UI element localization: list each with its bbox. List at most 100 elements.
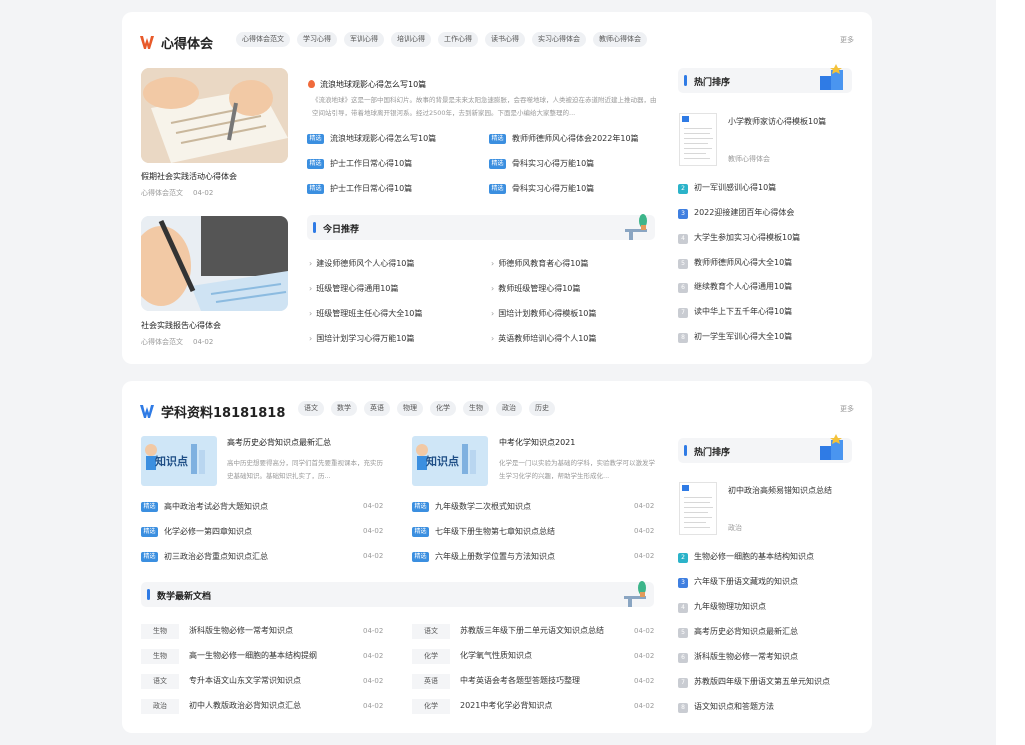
knowledge-thumbnail[interactable]: 知识点 [141, 436, 217, 486]
pick-link[interactable]: 精选 化学必修一第四章知识点 [141, 526, 252, 537]
document-thumbnail[interactable] [679, 113, 717, 166]
experience-panel: 心得体会 心得体会范文 学习心得 军训心得 培训心得 工作心得 读书心得 实习心… [122, 12, 872, 364]
pick-link[interactable]: 精选 骨科实习心得万能10篇 [489, 183, 594, 194]
more-link[interactable]: 更多 [840, 35, 854, 45]
tag[interactable]: 英语 [364, 401, 390, 416]
tag[interactable]: 数学 [331, 401, 357, 416]
pick-link[interactable]: 精选 骨科实习心得万能10篇 [489, 158, 594, 169]
card-thumbnail[interactable] [141, 68, 288, 163]
date: 04-02 [634, 652, 655, 660]
math-doc-row[interactable]: 生物 浙科版生物必修一常考知识点 [141, 624, 293, 639]
math-doc-row[interactable]: 化学 化学氧气性质知识点 [412, 649, 532, 664]
w-logo-icon [140, 36, 154, 49]
pick-link[interactable]: 精选 护士工作日常心得10篇 [307, 158, 412, 169]
hot-item[interactable]: 2 生物必修一细胞的基本结构知识点 [678, 551, 814, 563]
date: 04-02 [363, 652, 384, 660]
math-doc-row[interactable]: 政治 初中人教版政治必背知识点汇总 [141, 699, 301, 714]
featured-headline[interactable]: 流浪地球观影心得怎么写10篇 [308, 72, 426, 91]
date: 04-02 [634, 552, 655, 560]
feature-summary: 化学是一门以实验为基础的学科，实验教学可以激发学生学习化学的兴趣，帮助学生形成化… [499, 459, 655, 480]
today-item[interactable]: › 师德师风教育者心得10篇 [491, 258, 588, 269]
card-thumbnail[interactable] [141, 216, 288, 311]
blocks-icon [820, 434, 843, 460]
featured-title[interactable]: 流浪地球观影心得怎么写10篇 [320, 80, 426, 89]
tag[interactable]: 心得体会范文 [236, 32, 290, 47]
date: 04-02 [363, 627, 384, 635]
card-meta: 心得体会范文 04-02 [141, 189, 214, 197]
desk-plant-icon [625, 214, 647, 240]
pick-link[interactable]: 精选 教师师德师风心得体会2022年10篇 [489, 133, 639, 144]
pick-link[interactable]: 精选 初三政治必背重点知识点汇总 [141, 551, 268, 562]
fire-icon [308, 80, 315, 88]
hot-item[interactable]: 4 大学生参加实习心得模板10篇 [678, 232, 800, 244]
tag[interactable]: 物理 [397, 401, 423, 416]
hot-item[interactable]: 4 九年级物理功知识点 [678, 601, 766, 613]
hot-item[interactable]: 6 浙科版生物必修一常考知识点 [678, 651, 798, 663]
tag[interactable]: 工作心得 [438, 32, 478, 47]
tag[interactable]: 历史 [529, 401, 555, 416]
today-item[interactable]: › 建设师德师风个人心得10篇 [309, 258, 414, 269]
bar-marker [684, 75, 687, 86]
hot-item[interactable]: 3 六年级下册语文藏戏的知识点 [678, 576, 798, 588]
card-title[interactable]: 假期社会实践活动心得体会 [141, 171, 237, 182]
hot-top-title[interactable]: 初中政治高频易错知识点总结 [728, 485, 832, 496]
desk-plant-icon [624, 581, 646, 607]
hot-item[interactable]: 7 苏教版四年级下册语文第五单元知识点 [678, 676, 830, 688]
tag[interactable]: 生物 [463, 401, 489, 416]
hot-item[interactable]: 8 初一学生军训心得大全10篇 [678, 331, 792, 343]
date: 04-02 [634, 627, 655, 635]
today-item[interactable]: › 教师班级管理心得10篇 [491, 283, 580, 294]
math-doc-row[interactable]: 语文 苏教版三年级下册二单元语文知识点总结 [412, 624, 604, 639]
today-item[interactable]: › 国培计划学习心得万能10篇 [309, 333, 414, 344]
pick-link[interactable]: 精选 六年级上册数学位置与方法知识点 [412, 551, 555, 562]
hot-item[interactable]: 5 教师师德师风心得大全10篇 [678, 257, 792, 269]
bar-marker [313, 222, 316, 233]
panel-title: 心得体会 [140, 33, 213, 52]
math-doc-row[interactable]: 生物 高一生物必修一细胞的基本结构提纲 [141, 649, 317, 664]
math-doc-row[interactable]: 化学 2021中考化学必背知识点 [412, 699, 552, 714]
hot-ranking-header: 热门排序 [678, 64, 852, 93]
math-doc-row[interactable]: 英语 中考英语会考各题型答题技巧整理 [412, 674, 580, 689]
panel-title: 学科资料18181818 [140, 402, 285, 421]
card-title[interactable]: 社会实践报告心得体会 [141, 320, 221, 331]
today-item[interactable]: › 国培计划教师心得模板10篇 [491, 308, 596, 319]
pick-link[interactable]: 精选 护士工作日常心得10篇 [307, 183, 412, 194]
hot-top-title[interactable]: 小学教师家访心得模板10篇 [728, 116, 826, 127]
math-section-header: 数学最新文档 [141, 581, 654, 607]
more-link[interactable]: 更多 [840, 404, 854, 414]
today-item[interactable]: › 英语教师培训心得个人10篇 [491, 333, 596, 344]
math-doc-row[interactable]: 语文 专升本语文山东文学常识知识点 [141, 674, 301, 689]
pick-link[interactable]: 精选 九年级数学二次根式知识点 [412, 501, 531, 512]
hot-item[interactable]: 5 高考历史必背知识点最新汇总 [678, 626, 798, 638]
hot-item[interactable]: 2 初一军训感训心得10篇 [678, 182, 776, 194]
tag[interactable]: 军训心得 [344, 32, 384, 47]
hot-item[interactable]: 6 继续教育个人心得通用10篇 [678, 281, 792, 293]
feature-title[interactable]: 中考化学知识点2021 [499, 437, 575, 448]
tag[interactable]: 实习心得体会 [532, 32, 586, 47]
tag[interactable]: 化学 [430, 401, 456, 416]
tag[interactable]: 学习心得 [297, 32, 337, 47]
blocks-icon [820, 64, 843, 90]
tag[interactable]: 读书心得 [485, 32, 525, 47]
pick-link[interactable]: 精选 流浪地球观影心得怎么写10篇 [307, 133, 436, 144]
tag[interactable]: 培训心得 [391, 32, 431, 47]
tag[interactable]: 政治 [496, 401, 522, 416]
section-title: 今日推荐 [323, 225, 360, 235]
pick-link[interactable]: 精选 高中政治考试必背大题知识点 [141, 501, 268, 512]
knowledge-thumbnail[interactable]: 知识点 [412, 436, 488, 486]
date: 04-02 [634, 527, 655, 535]
panel-title-text: 心得体会 [161, 37, 214, 52]
today-item[interactable]: › 班级管理心得通用10篇 [309, 283, 398, 294]
tag[interactable]: 语文 [298, 401, 324, 416]
hot-item[interactable]: 8 语文知识点和答题方法 [678, 701, 774, 713]
today-item[interactable]: › 班级管理班主任心得大全10篇 [309, 308, 422, 319]
hot-item[interactable]: 7 读中华上下五千年心得10篇 [678, 306, 792, 318]
document-thumbnail[interactable] [679, 482, 717, 535]
tag[interactable]: 教师心得体会 [593, 32, 647, 47]
card-meta: 心得体会范文 04-02 [141, 338, 214, 346]
hot-top-category: 政治 [728, 524, 742, 532]
hot-item[interactable]: 3 2022迎接建团百年心得体会 [678, 207, 794, 219]
writing-hand-image [141, 216, 288, 311]
pick-link[interactable]: 精选 七年级下册生物第七章知识点总结 [412, 526, 555, 537]
feature-title[interactable]: 高考历史必背知识点最新汇总 [227, 437, 331, 448]
